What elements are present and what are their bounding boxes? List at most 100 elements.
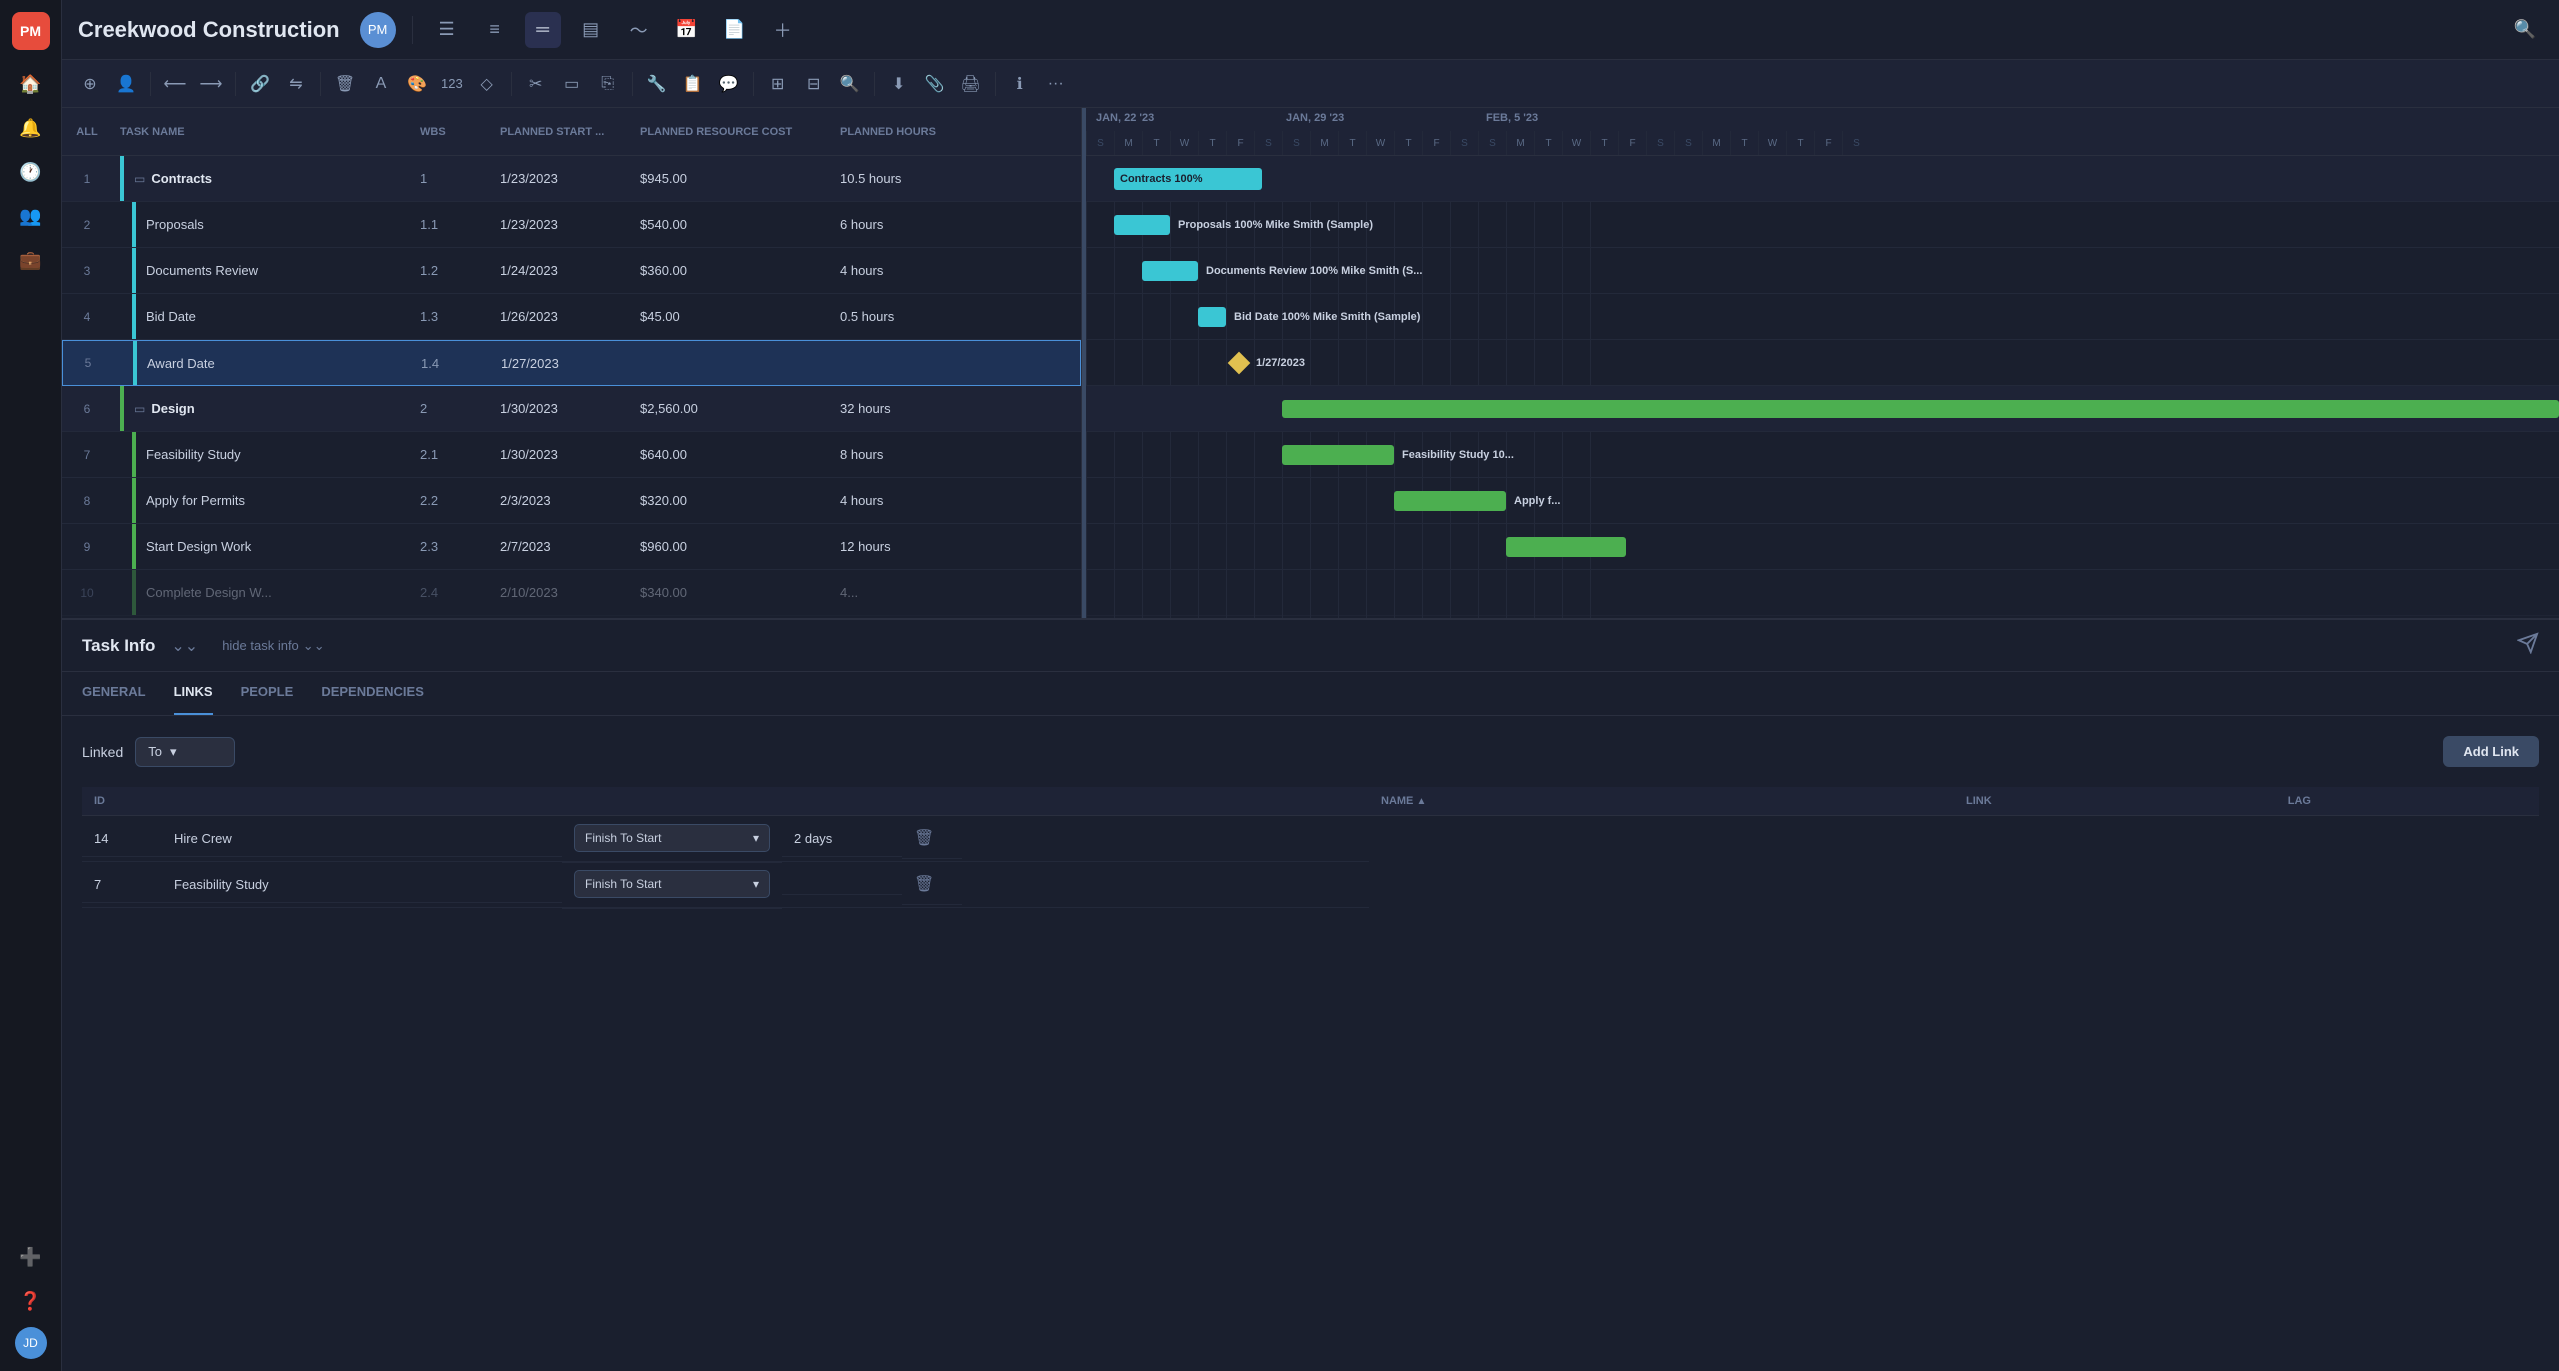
more-btn[interactable]: ···	[1040, 68, 1072, 100]
cut-btn[interactable]: ✂	[520, 68, 552, 100]
table-body: 1 ▭ Contracts 1 1/23/2023 $945.00 10.5 h…	[62, 156, 1081, 618]
row-num: 7	[62, 432, 112, 477]
list-view-btn[interactable]: ☰	[429, 12, 465, 48]
user-avatar[interactable]: JD	[15, 1327, 47, 1359]
text-btn[interactable]: A	[365, 68, 397, 100]
sidebar-item-add[interactable]: ➕	[13, 1239, 49, 1275]
row-task: ▭ Design	[112, 386, 412, 431]
add-user-btn[interactable]: 👤	[110, 68, 142, 100]
doc-view-btn[interactable]: 📄	[717, 12, 753, 48]
sidebar-item-people[interactable]: 👥	[13, 198, 49, 234]
color-btn[interactable]: 🎨	[401, 68, 433, 100]
app-logo[interactable]: PM	[12, 12, 50, 50]
table-row[interactable]: 8 Apply for Permits 2.2 2/3/2023 $320.00…	[62, 478, 1081, 524]
zoom-btn[interactable]: 🔍	[834, 68, 866, 100]
unlink-btn[interactable]: ⇋	[280, 68, 312, 100]
row-wbs: 1.4	[413, 341, 493, 385]
tab-links[interactable]: LINKS	[174, 671, 213, 715]
row-hours: 4 hours	[832, 478, 1012, 523]
gantt-bar-permits[interactable]	[1394, 491, 1506, 511]
day-cell: F	[1618, 131, 1646, 155]
sidebar-item-home[interactable]: 🏠	[13, 66, 49, 102]
gantt-row	[1086, 524, 2559, 570]
link-type-dropdown[interactable]: Finish To Start ▾	[574, 824, 770, 852]
table-row[interactable]: 4 Bid Date 1.3 1/26/2023 $45.00 0.5 hour…	[62, 294, 1081, 340]
number-label: 123	[437, 76, 467, 91]
th-hours: PLANNED HOURS	[832, 108, 1012, 155]
delete-link-icon[interactable]: 🗑	[914, 876, 934, 893]
chevron-down-icon: ▾	[170, 744, 177, 760]
add-task-btn[interactable]: ⊕	[74, 68, 106, 100]
table-view-btn[interactable]: ▤	[573, 12, 609, 48]
table-row[interactable]: 5 Award Date 1.4 1/27/2023	[62, 340, 1081, 386]
copy-btn[interactable]: ▭	[556, 68, 588, 100]
links-table-row[interactable]: 14 Hire Crew Finish To Start ▾ 2 days 🗑	[82, 816, 1369, 862]
tool-btn-6[interactable]: 🔧	[641, 68, 673, 100]
link-row-name: Hire Crew	[162, 821, 562, 857]
export-btn[interactable]: ⬇	[883, 68, 915, 100]
gantt-bar-label: Proposals 100% Mike Smith (Sample)	[1178, 219, 1373, 231]
attach-btn[interactable]: 📎	[919, 68, 951, 100]
tab-general[interactable]: GENERAL	[82, 671, 146, 715]
sidebar-item-portfolio[interactable]: 💼	[13, 242, 49, 278]
table-row[interactable]: 7 Feasibility Study 2.1 1/30/2023 $640.0…	[62, 432, 1081, 478]
chart-view-btn[interactable]: ≡	[477, 12, 513, 48]
gantt-bar-design[interactable]	[1282, 400, 2559, 418]
gantt-bar-feasibility[interactable]	[1282, 445, 1394, 465]
delete-link-icon[interactable]: 🗑	[914, 830, 934, 847]
info-btn[interactable]: ℹ	[1004, 68, 1036, 100]
tab-people[interactable]: PEOPLE	[241, 671, 294, 715]
table-row[interactable]: 1 ▭ Contracts 1 1/23/2023 $945.00 10.5 h…	[62, 156, 1081, 202]
search-btn[interactable]: 🔍	[2507, 12, 2543, 48]
gantt-bar-proposals[interactable]	[1114, 215, 1170, 235]
split-btn[interactable]: ⊞	[762, 68, 794, 100]
table-row[interactable]: 2 Proposals 1.1 1/23/2023 $540.00 6 hour…	[62, 202, 1081, 248]
linked-dropdown[interactable]: To ▾	[135, 737, 235, 767]
sidebar-item-help[interactable]: ❓	[13, 1283, 49, 1319]
task-table: ALL TASK NAME WBS PLANNED START ... PLAN…	[62, 108, 1082, 618]
link-btn[interactable]: 🔗	[244, 68, 276, 100]
tab-dependencies[interactable]: DEPENDENCIES	[321, 671, 424, 715]
group-expand-icon[interactable]: ▭	[134, 402, 145, 416]
indent-btn[interactable]: ⟶	[195, 68, 227, 100]
delete-btn[interactable]: 🗑	[329, 68, 361, 100]
gantt-row	[1086, 570, 2559, 616]
sidebar-item-recent[interactable]: 🕐	[13, 154, 49, 190]
milestone-diamond	[1228, 351, 1251, 374]
add-link-button[interactable]: Add Link	[2443, 736, 2539, 767]
table-row[interactable]: 6 ▭ Design 2 1/30/2023 $2,560.00 32 hour…	[62, 386, 1081, 432]
table-row[interactable]: 10 Complete Design W... 2.4 2/10/2023 $3…	[62, 570, 1081, 616]
shape-btn[interactable]: ◇	[471, 68, 503, 100]
send-icon[interactable]	[2517, 632, 2539, 659]
sort-asc-icon: ▲	[1416, 796, 1426, 807]
task-name: Contracts	[151, 171, 212, 186]
row-task: Documents Review	[112, 248, 412, 293]
row-wbs: 1.3	[412, 294, 492, 339]
gantt-bar-contracts[interactable]: Contracts 100%	[1114, 168, 1262, 190]
grid-btn[interactable]: ⊟	[798, 68, 830, 100]
outdent-btn[interactable]: ⟵	[159, 68, 191, 100]
print-btn[interactable]: 🖨	[955, 68, 987, 100]
gantt-bar-docs[interactable]	[1142, 261, 1198, 281]
link-type-dropdown[interactable]: Finish To Start ▾	[574, 870, 770, 898]
gantt-bar-design-work[interactable]	[1506, 537, 1626, 557]
add-view-btn[interactable]: ＋	[765, 12, 801, 48]
table-row[interactable]: 9 Start Design Work 2.3 2/7/2023 $960.00…	[62, 524, 1081, 570]
timeline-view-btn[interactable]: 〜	[621, 12, 657, 48]
calendar-view-btn[interactable]: 📅	[669, 12, 705, 48]
toolbar: ⊕ 👤 ⟵ ⟶ 🔗 ⇋ 🗑 A 🎨 123 ◇ ✂ ▭ ⎘ 🔧 📋 💬 ⊞ ⊟ …	[62, 60, 2559, 108]
gantt-view-btn[interactable]: ═	[525, 12, 561, 48]
links-table-row[interactable]: 7 Feasibility Study Finish To Start ▾ 🗑	[82, 862, 1369, 908]
group-expand-icon[interactable]: ▭	[134, 172, 145, 186]
comment-btn[interactable]: 💬	[713, 68, 745, 100]
left-bar-blue	[132, 248, 136, 293]
notes-btn[interactable]: 📋	[677, 68, 709, 100]
table-row[interactable]: 3 Documents Review 1.2 1/24/2023 $360.00…	[62, 248, 1081, 294]
gantt-bar-bid[interactable]	[1198, 307, 1226, 327]
row-cost	[633, 341, 833, 385]
paste-btn[interactable]: ⎘	[592, 68, 624, 100]
sidebar-item-notifications[interactable]: 🔔	[13, 110, 49, 146]
collapse-down-icon[interactable]: ⌄⌄	[171, 636, 198, 656]
hide-task-info-btn[interactable]: hide task info ⌄⌄	[222, 638, 324, 654]
task-name: Proposals	[146, 217, 204, 232]
